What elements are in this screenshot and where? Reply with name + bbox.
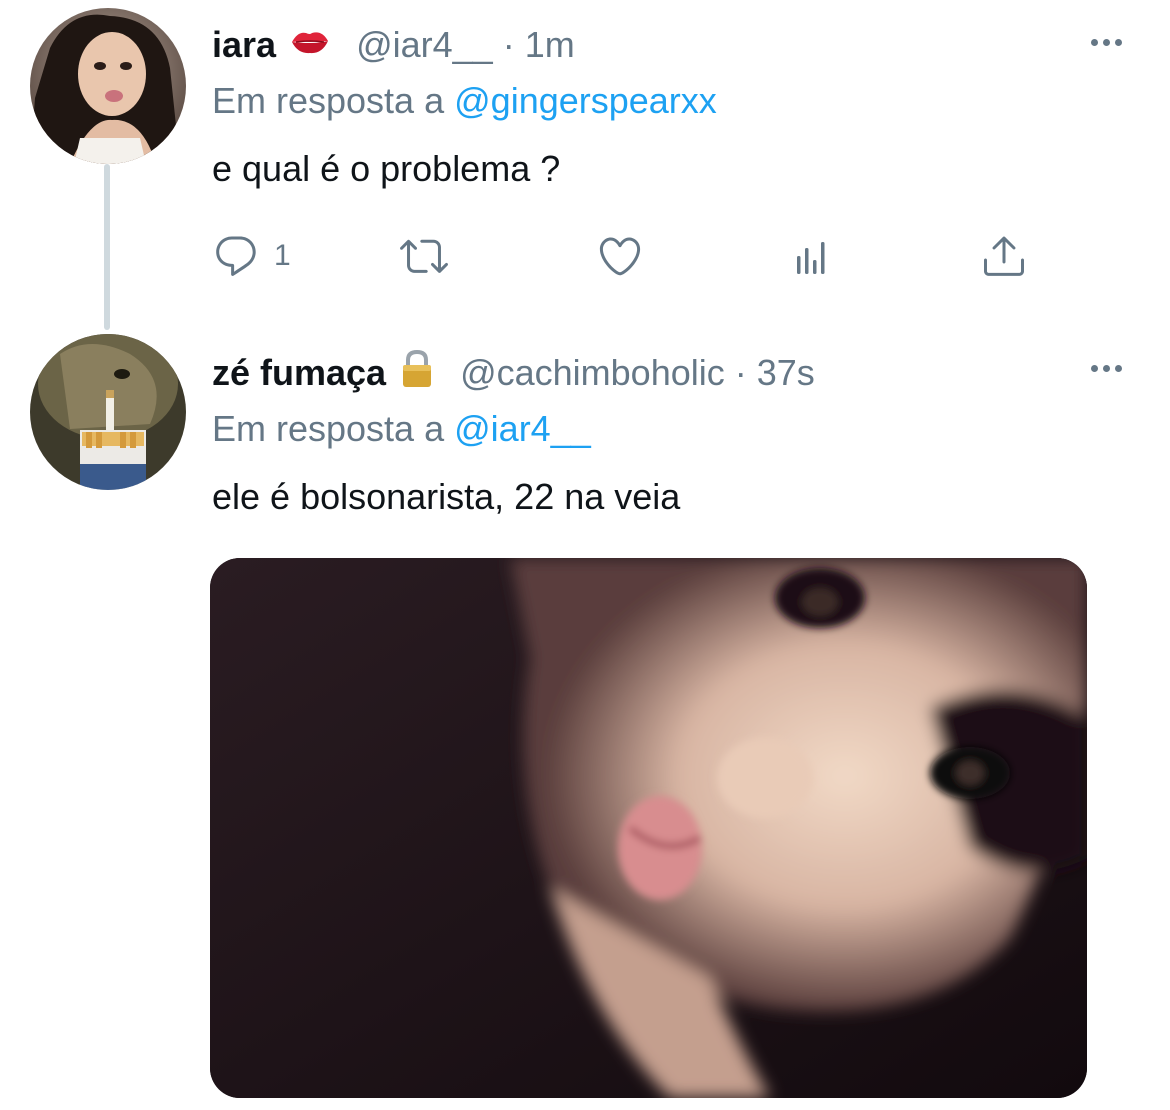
reply-to-mention[interactable]: @iar4__ <box>454 408 591 449</box>
thread-connector-line <box>104 164 110 330</box>
kiss-mark-icon <box>290 24 330 66</box>
reply-prefix: Em resposta a <box>212 80 445 121</box>
tweet-header: zé fumaça @cachimboholic · 37s <box>212 349 815 398</box>
analytics-bars-icon <box>788 232 836 280</box>
avatar[interactable] <box>30 8 186 164</box>
like-button[interactable] <box>596 232 644 280</box>
reply-count: 1 <box>274 239 291 272</box>
display-name[interactable]: zé fumaça <box>212 352 386 394</box>
more-options-icon[interactable] <box>1086 348 1126 388</box>
lock-icon <box>400 349 434 398</box>
heart-icon <box>596 232 644 280</box>
share-icon <box>980 232 1028 280</box>
handle[interactable]: @iar4__ <box>356 24 493 66</box>
retweet-icon <box>400 232 448 280</box>
reply-context: Em resposta a @gingerspearxx <box>212 80 717 122</box>
timestamp[interactable]: 37s <box>757 352 815 394</box>
tweet-header: iara @iar4__ · 1m <box>212 22 575 68</box>
analytics-button[interactable] <box>788 232 836 280</box>
reply-icon <box>212 232 260 280</box>
separator-dot: · <box>502 24 515 65</box>
retweet-button[interactable] <box>400 232 448 280</box>
tweet-media-photo[interactable] <box>210 558 1087 1098</box>
tweet-1[interactable]: iara @iar4__ · 1m Em resposta a @gingers… <box>0 0 1170 330</box>
reply-button[interactable]: 1 <box>212 232 291 280</box>
tweet-text: e qual é o problema ? <box>212 148 561 189</box>
more-options-icon[interactable] <box>1086 22 1126 62</box>
share-button[interactable] <box>980 232 1028 280</box>
reply-context: Em resposta a @iar4__ <box>212 408 591 450</box>
timestamp[interactable]: 1m <box>525 24 575 66</box>
display-name[interactable]: iara <box>212 24 276 66</box>
reply-prefix: Em resposta a <box>212 408 445 449</box>
action-bar: 1 <box>212 232 1032 292</box>
avatar[interactable] <box>30 334 186 490</box>
tweet-text: ele é bolsonarista, 22 na veia <box>212 476 681 517</box>
timeline: iara @iar4__ · 1m Em resposta a @gingers… <box>0 0 1170 1110</box>
reply-to-mention[interactable]: @gingerspearxx <box>454 80 717 121</box>
separator-dot: · <box>734 352 747 393</box>
handle[interactable]: @cachimboholic <box>460 352 725 394</box>
